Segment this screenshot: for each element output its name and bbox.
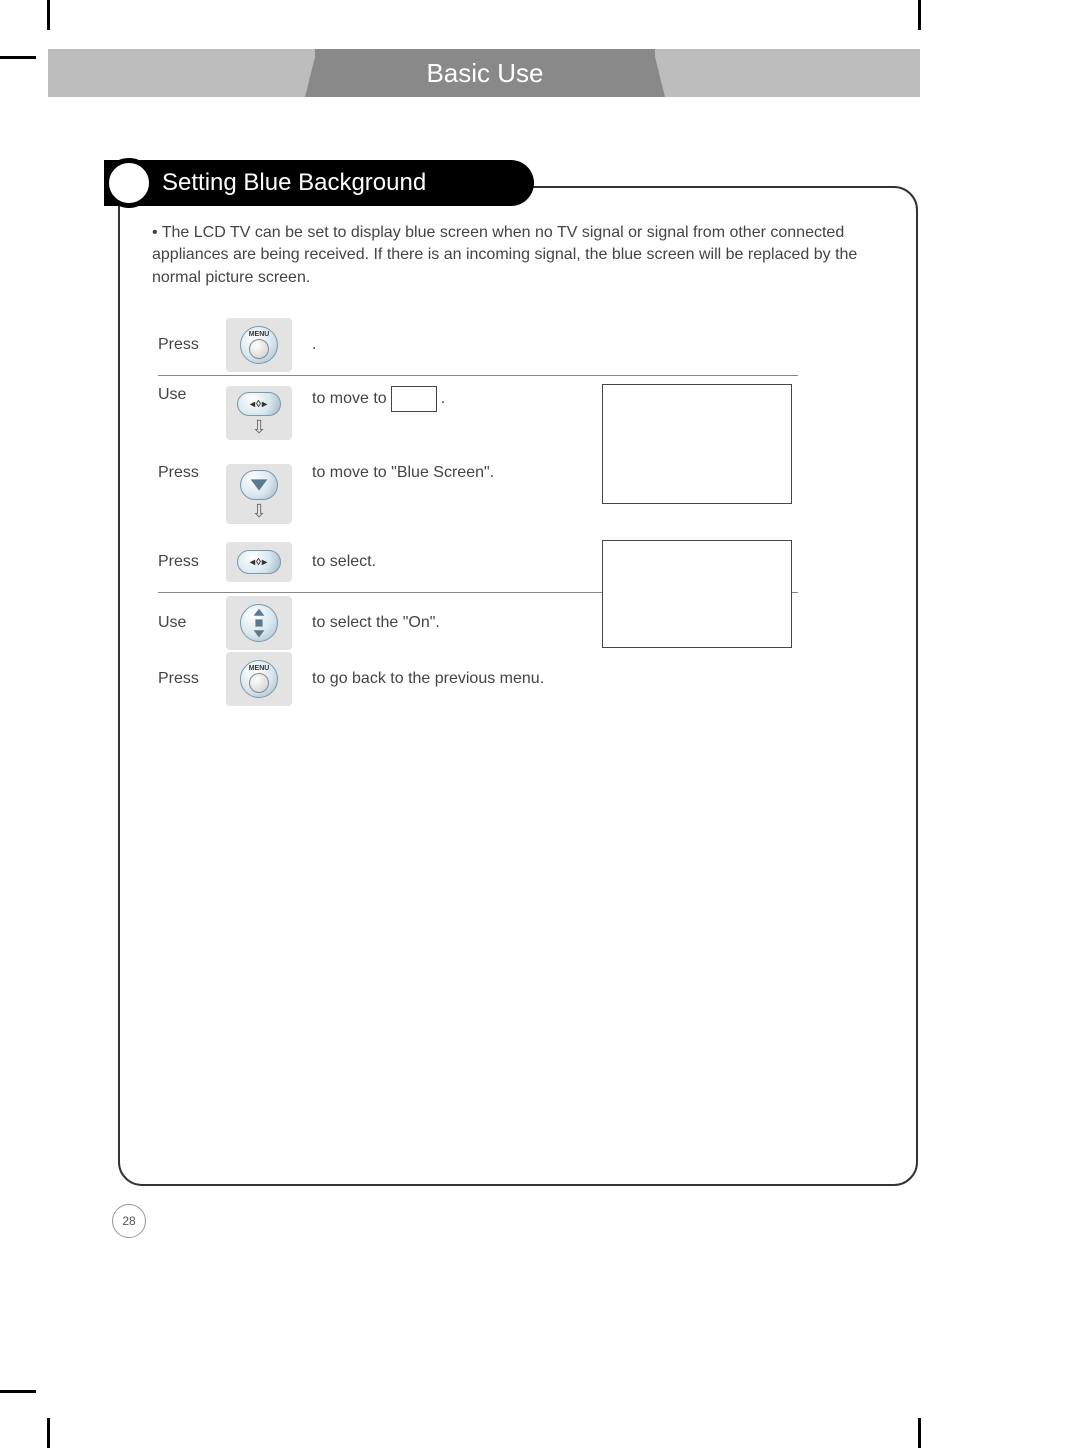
step-desc: to select the "On". — [312, 614, 440, 632]
screenshot-placeholder — [602, 540, 792, 648]
blank-box — [391, 386, 437, 412]
crop-mark — [918, 0, 921, 30]
step-desc: . — [441, 390, 445, 408]
step-label: Use — [158, 614, 226, 632]
section-title: Setting Blue Background — [162, 169, 426, 197]
step-desc: to select. — [312, 553, 376, 571]
crop-mark — [47, 1418, 50, 1448]
remote-button-group — [226, 652, 292, 706]
left-right-button-icon: ◂◊▸ — [237, 550, 281, 574]
steps-table: Press . Use ◂◊▸ ⇩ to move to . Press — [158, 317, 798, 707]
down-arrow-icon: ⇩ — [251, 504, 266, 518]
step-label: Press — [158, 336, 226, 354]
menu-button-icon — [240, 660, 278, 698]
left-right-button-icon: ◂◊▸ — [237, 392, 281, 416]
step-desc: to move to "Blue Screen". — [312, 464, 494, 482]
step-label: Use — [158, 386, 226, 404]
crop-mark — [0, 1390, 36, 1393]
remote-button-group — [226, 318, 292, 372]
section-heading: Setting Blue Background — [104, 160, 534, 206]
step-label: Press — [158, 464, 226, 482]
step-label: Press — [158, 670, 226, 688]
crop-mark — [0, 56, 36, 59]
down-arrow-icon: ⇩ — [251, 420, 266, 434]
remote-button-group: ◂◊▸ — [226, 542, 292, 582]
step-desc: to move to — [312, 390, 387, 408]
remote-button-group: ◂◊▸ ⇩ — [226, 386, 292, 440]
page-number: 28 — [112, 1204, 146, 1238]
step-label: Press — [158, 553, 226, 571]
header-tab: Basic Use — [315, 49, 655, 97]
intro-text: • The LCD TV can be set to display blue … — [152, 222, 892, 289]
nav-4way-icon — [240, 604, 278, 642]
section-bullet — [104, 158, 154, 208]
menu-button-icon — [240, 326, 278, 364]
crop-mark — [47, 0, 50, 30]
crop-mark — [918, 1418, 921, 1448]
step-desc: to go back to the previous menu. — [312, 670, 544, 688]
down-button-icon — [240, 470, 278, 500]
remote-button-group — [226, 596, 292, 650]
step-desc: . — [312, 336, 316, 354]
separator — [158, 375, 798, 376]
screenshot-placeholder — [602, 384, 792, 504]
header-title: Basic Use — [426, 58, 543, 89]
remote-button-group: ⇩ — [226, 464, 292, 524]
